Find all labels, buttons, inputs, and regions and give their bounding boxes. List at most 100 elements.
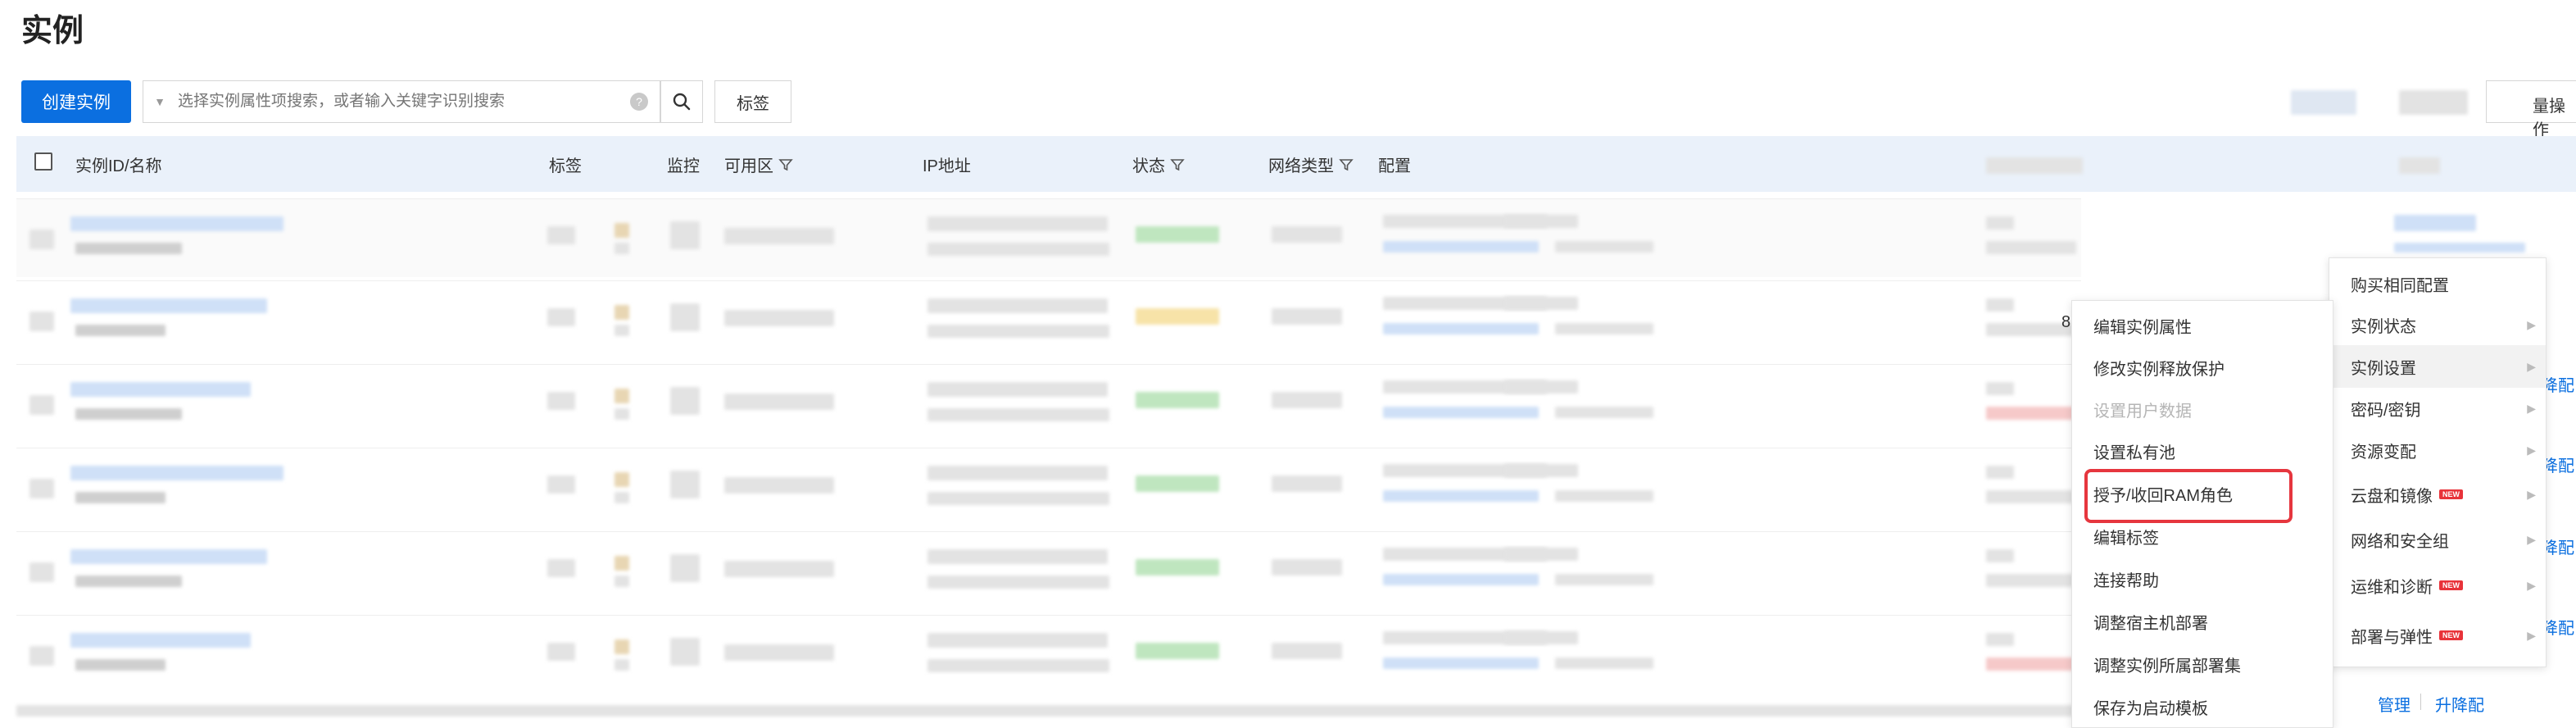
submenu-item-host-deployment[interactable]: 调整宿主机部署 (2072, 601, 2333, 642)
new-badge: NEW (2439, 489, 2463, 499)
blurred-cell (70, 382, 251, 397)
submenu-item-user-data: 设置用户数据 (2093, 402, 2192, 421)
partial-cell-text: 8 (2061, 313, 2071, 331)
blurred-cell (75, 492, 166, 503)
col-network[interactable]: 网络类型 (1268, 152, 1354, 176)
page-title: 实例 (21, 14, 84, 48)
menu-item-instance-status[interactable]: 实例状态 ▶ (2329, 304, 2546, 345)
menu-item-label: 部署与弹性 (2351, 628, 2433, 647)
batch-operation-label: 量操作 (2533, 98, 2565, 139)
upgrade-link[interactable]: 降配 (2542, 535, 2574, 558)
menu-item-deploy-elastic[interactable]: 部署与弹性 NEW ▶ (2329, 609, 2546, 662)
menu-item-label: 密码/密钥 (2351, 401, 2421, 420)
upgrade-link[interactable]: 降配 (2542, 615, 2574, 639)
blurred-cell (1986, 466, 2014, 479)
menu-item-instance-settings[interactable]: 实例设置 ▶ (2329, 345, 2546, 388)
blurred-cell (615, 389, 629, 403)
blurred-cell (1986, 490, 2076, 503)
menu-item-buy-same[interactable]: 购买相同配置 (2329, 263, 2546, 304)
blurred-cell (70, 633, 251, 648)
blurred-cell (1986, 633, 2014, 646)
blurred-cell (724, 561, 834, 577)
divider (2420, 694, 2421, 710)
tag-filter-button[interactable]: 标签 (714, 80, 791, 123)
upgrade-link[interactable]: 降配 (2542, 372, 2574, 396)
blurred-cell (75, 325, 166, 336)
row-divider (16, 198, 2081, 199)
upgrade-link[interactable]: 升降配 (2435, 692, 2484, 716)
blurred-cell (670, 638, 700, 666)
submenu-item-edit-attributes[interactable]: 编辑实例属性 (2072, 304, 2333, 347)
help-icon[interactable]: ? (630, 93, 648, 111)
manage-link[interactable]: 管理 (2378, 692, 2410, 716)
blurred-cell (70, 298, 267, 313)
blurred-cell (615, 408, 629, 420)
menu-item-label: 购买相同配置 (2351, 276, 2449, 295)
submenu-item-release-protection[interactable]: 修改实例释放保护 (2072, 347, 2333, 388)
batch-operation-button[interactable]: 量操作 (2486, 80, 2576, 139)
blurred-cell (724, 644, 834, 661)
blurred-cell (1504, 380, 1578, 394)
blurred-cell (70, 216, 283, 231)
blurred-cell (1986, 241, 2076, 254)
upgrade-link[interactable]: 降配 (2542, 453, 2574, 476)
col-zone[interactable]: 可用区 (724, 152, 793, 176)
blurred-cell (1383, 574, 1539, 585)
filter-icon[interactable] (778, 157, 793, 172)
blurred-cell (547, 643, 575, 661)
blurred-cell (75, 243, 182, 254)
caret-down-icon[interactable]: ▼ (143, 95, 176, 108)
blurred-cell (1383, 241, 1539, 253)
search-bar[interactable]: ▼ ? (143, 80, 660, 123)
blurred-cell (1504, 548, 1578, 561)
blurred-cell (29, 230, 54, 249)
menu-item-label: 网络和安全组 (2351, 532, 2449, 551)
blurred-cell (75, 576, 182, 587)
blurred-cell (547, 226, 575, 244)
blurred-cell (1272, 392, 1342, 408)
blurred-cell (927, 408, 1109, 421)
blurred-cell (29, 479, 54, 498)
select-all-checkbox[interactable] (34, 152, 52, 171)
blurred-control[interactable] (2399, 90, 2468, 115)
filter-icon[interactable] (1339, 157, 1354, 172)
submenu-item-private-pool[interactable]: 设置私有池 (2072, 430, 2333, 471)
menu-item-ops-diagnosis[interactable]: 运维和诊断 NEW ▶ (2329, 562, 2546, 609)
blurred-cell (670, 554, 700, 582)
col-ip: IP地址 (923, 157, 971, 175)
blurred-cell (615, 243, 629, 254)
filter-icon[interactable] (1170, 157, 1185, 172)
new-badge: NEW (2439, 580, 2463, 590)
blurred-cell (1504, 631, 1578, 644)
search-button[interactable] (660, 80, 703, 123)
search-icon (673, 93, 691, 111)
menu-item-password-key[interactable]: 密码/密钥 ▶ (2329, 388, 2546, 429)
col-status[interactable]: 状态 (1132, 152, 1185, 176)
chevron-right-icon: ▶ (2527, 443, 2536, 457)
col-config: 配置 (1378, 157, 1411, 175)
menu-item-resource-change[interactable]: 资源变配 ▶ (2329, 429, 2546, 471)
menu-item-disk-image[interactable]: 云盘和镜像 NEW ▶ (2329, 471, 2546, 517)
blurred-cell (1383, 323, 1539, 334)
menu-item-network-security[interactable]: 网络和安全组 ▶ (2329, 517, 2546, 562)
col-network-label: 网络类型 (1268, 157, 1334, 175)
blurred-cell (615, 305, 629, 320)
create-instance-button[interactable]: 创建实例 (21, 80, 131, 123)
submenu-item-save-template[interactable]: 保存为启动模板 (2072, 686, 2333, 727)
submenu-item-deployment-set[interactable]: 调整实例所属部署集 (2072, 642, 2333, 686)
blurred-cell (2394, 243, 2525, 253)
submenu-item-connect-help[interactable]: 连接帮助 (2072, 557, 2333, 601)
blurred-cell (1986, 382, 2014, 395)
blurred-cell (70, 549, 267, 564)
new-badge: NEW (2439, 630, 2463, 640)
blurred-cell (927, 382, 1108, 397)
blurred-cell (1555, 323, 1653, 334)
row-hover-bg (16, 198, 2081, 277)
blurred-cell (927, 325, 1109, 338)
search-input[interactable] (176, 92, 630, 111)
col-zone-label: 可用区 (724, 157, 773, 175)
menu-item-label: 实例设置 (2351, 359, 2416, 378)
blurred-cell (724, 310, 834, 326)
col-status-label: 状态 (1132, 157, 1165, 175)
blurred-control[interactable] (2291, 90, 2356, 115)
